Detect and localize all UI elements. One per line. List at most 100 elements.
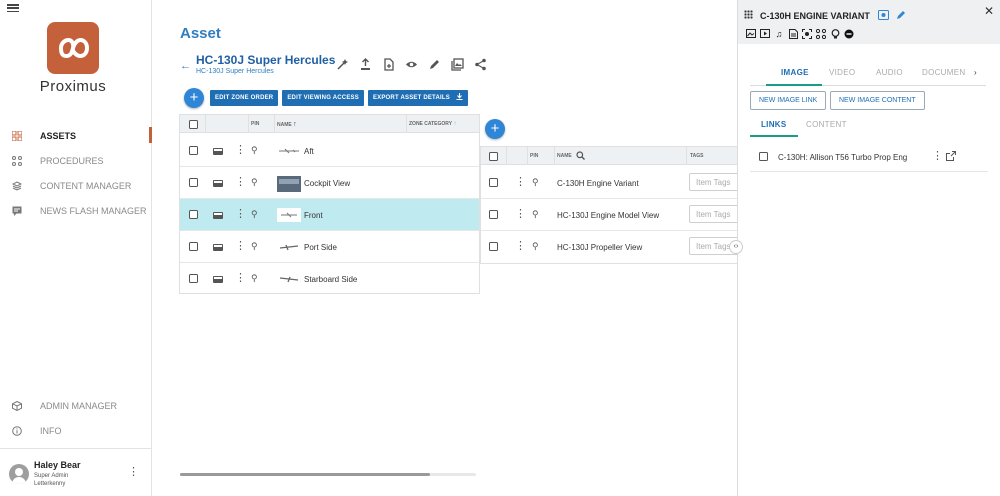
subzone-row[interactable]: ⋮ ⚲ HC-130J Engine Model View Item Tags (481, 199, 737, 231)
gallery-icon[interactable] (451, 58, 464, 71)
search-icon[interactable] (576, 151, 585, 160)
tab-image[interactable]: IMAGE (781, 68, 809, 77)
edit-zone-order-button[interactable]: EDIT ZONE ORDER (210, 90, 279, 106)
zones-table: PIN NAME ↑ ZONE CATEGORY ↑ ⋮ ⚲ Aft ⋮ ⚲ C… (179, 114, 480, 294)
music-note-icon[interactable]: ♫ (774, 29, 784, 39)
row-checkbox[interactable] (189, 242, 198, 251)
open-external-icon[interactable] (946, 151, 956, 161)
subzone-row[interactable]: ⋮ ⚲ C-130H Engine Variant Item Tags (481, 167, 737, 199)
drag-handle-icon[interactable] (213, 244, 223, 251)
sidebar-item-admin-manager[interactable]: ADMIN MANAGER (0, 395, 152, 417)
new-image-content-button[interactable]: NEW IMAGE CONTENT (830, 91, 925, 110)
drag-handle-icon[interactable] (213, 212, 223, 219)
pin-icon[interactable]: ⚲ (251, 241, 258, 252)
eye-icon[interactable] (405, 58, 418, 71)
sidebar-item-procedures[interactable]: PROCEDURES (0, 150, 152, 172)
drag-handle-icon[interactable] (213, 180, 223, 187)
back-arrow-icon[interactable]: ← (180, 60, 191, 72)
apps-grid-icon[interactable] (744, 10, 753, 19)
hierarchy-icon[interactable] (815, 28, 827, 40)
chevron-right-icon[interactable]: › (974, 68, 977, 77)
row-checkbox[interactable] (489, 210, 498, 219)
visibility-icon[interactable] (878, 10, 890, 20)
media-type-icons: ♫ (746, 28, 854, 40)
row-menu-icon[interactable]: ⋮ (235, 273, 246, 284)
zone-row[interactable]: ⋮ ⚲ Starboard Side (180, 263, 479, 294)
row-menu-icon[interactable]: ⋮ (235, 145, 246, 156)
column-header-name[interactable]: NAME (557, 153, 572, 159)
row-menu-icon[interactable]: ⋮ (235, 177, 246, 188)
sidebar-item-news-flash-manager[interactable]: NEWS FLASH MANAGER (0, 200, 152, 222)
new-file-icon[interactable] (382, 58, 395, 71)
subzone-row[interactable]: ⋮ ⚲ HC-130J Propeller View Item Tags (481, 231, 737, 263)
tab-content[interactable]: CONTENT (806, 120, 847, 129)
link-name: C-130H: Allison T56 Turbo Prop Eng (778, 153, 908, 162)
lightbulb-icon[interactable] (830, 29, 840, 39)
link-checkbox[interactable] (759, 152, 768, 161)
sidebar-item-content-manager[interactable]: CONTENT MANAGER (0, 175, 152, 197)
asset-breadcrumb[interactable]: HC-130J Super Hercules (196, 68, 274, 75)
row-menu-icon[interactable]: ⋮ (515, 177, 526, 188)
zone-row[interactable]: ⋮ ⚲ Aft (180, 135, 479, 167)
horizontal-scrollbar[interactable] (180, 473, 476, 476)
pin-icon[interactable]: ⚲ (251, 273, 258, 284)
remove-circle-icon[interactable] (844, 29, 854, 39)
pin-icon[interactable]: ⚲ (532, 209, 539, 220)
image-icon[interactable] (746, 29, 756, 39)
scan-icon[interactable] (802, 29, 812, 39)
row-menu-icon[interactable]: ⋮ (515, 209, 526, 220)
row-menu-icon[interactable]: ⋮ (235, 209, 246, 220)
row-menu-icon[interactable]: ⋮ (515, 241, 526, 252)
panel-resize-handle[interactable]: ‹› (729, 240, 743, 254)
zone-row[interactable]: ⋮ ⚲ Port Side (180, 231, 479, 263)
drag-handle-icon[interactable] (213, 148, 223, 155)
select-all-checkbox[interactable] (189, 120, 198, 129)
add-subzone-button[interactable]: + (485, 119, 505, 139)
row-menu-icon[interactable]: ⋮ (235, 241, 246, 252)
sidebar-item-info[interactable]: INFO (0, 420, 152, 442)
zone-row-selected[interactable]: ⋮ ⚲ Front (180, 199, 479, 231)
export-asset-details-button[interactable]: EXPORT ASSET DETAILS (367, 90, 468, 106)
sidebar-item-label: ASSETS (40, 131, 77, 141)
pin-icon[interactable]: ⚲ (251, 145, 258, 156)
pin-icon[interactable]: ⚲ (532, 241, 539, 252)
tab-document[interactable]: DOCUMEN (922, 68, 965, 77)
video-icon[interactable] (760, 29, 770, 39)
magic-wand-icon[interactable] (336, 58, 349, 71)
link-item[interactable]: C-130H: Allison T56 Turbo Prop Eng ⋮ (750, 142, 988, 172)
upload-icon[interactable] (359, 58, 372, 71)
tab-video[interactable]: VIDEO (829, 68, 855, 77)
pin-icon[interactable]: ⚲ (251, 177, 258, 188)
pin-icon[interactable]: ⚲ (532, 177, 539, 188)
row-checkbox[interactable] (189, 210, 198, 219)
edit-pencil-icon[interactable] (428, 58, 441, 71)
link-menu-icon[interactable]: ⋮ (932, 151, 943, 162)
pin-icon[interactable]: ⚲ (251, 209, 258, 220)
row-checkbox[interactable] (189, 146, 198, 155)
tab-links[interactable]: LINKS (761, 120, 787, 129)
sidebar-item-assets[interactable]: ASSETS (0, 125, 152, 147)
document-icon[interactable] (788, 29, 798, 39)
tab-audio[interactable]: AUDIO (876, 68, 903, 77)
drag-handle-icon[interactable] (213, 276, 223, 283)
row-checkbox[interactable] (189, 178, 198, 187)
row-checkbox[interactable] (189, 274, 198, 283)
avatar[interactable] (9, 464, 29, 484)
user-menu-icon[interactable]: ⋮ (128, 467, 139, 478)
select-all-checkbox[interactable] (489, 152, 498, 161)
column-header-name[interactable]: NAME ↑ (277, 121, 297, 128)
row-checkbox[interactable] (489, 178, 498, 187)
menu-icon[interactable] (7, 4, 19, 12)
item-tags-input[interactable]: Item Tags (689, 205, 737, 223)
add-zone-button[interactable]: + (184, 88, 204, 108)
scrollbar-thumb[interactable] (180, 473, 430, 476)
zone-row[interactable]: ⋮ ⚲ Cockpit View (180, 167, 479, 199)
column-header-zone-category[interactable]: ZONE CATEGORY ↑ (409, 121, 456, 127)
share-icon[interactable] (474, 58, 487, 71)
edit-viewing-access-button[interactable]: EDIT VIEWING ACCESS (282, 90, 364, 106)
row-checkbox[interactable] (489, 242, 498, 251)
edit-title-icon[interactable] (896, 10, 906, 20)
item-tags-input[interactable]: Item Tags (689, 173, 737, 191)
close-icon[interactable]: ✕ (984, 4, 994, 18)
new-image-link-button[interactable]: NEW IMAGE LINK (750, 91, 827, 110)
